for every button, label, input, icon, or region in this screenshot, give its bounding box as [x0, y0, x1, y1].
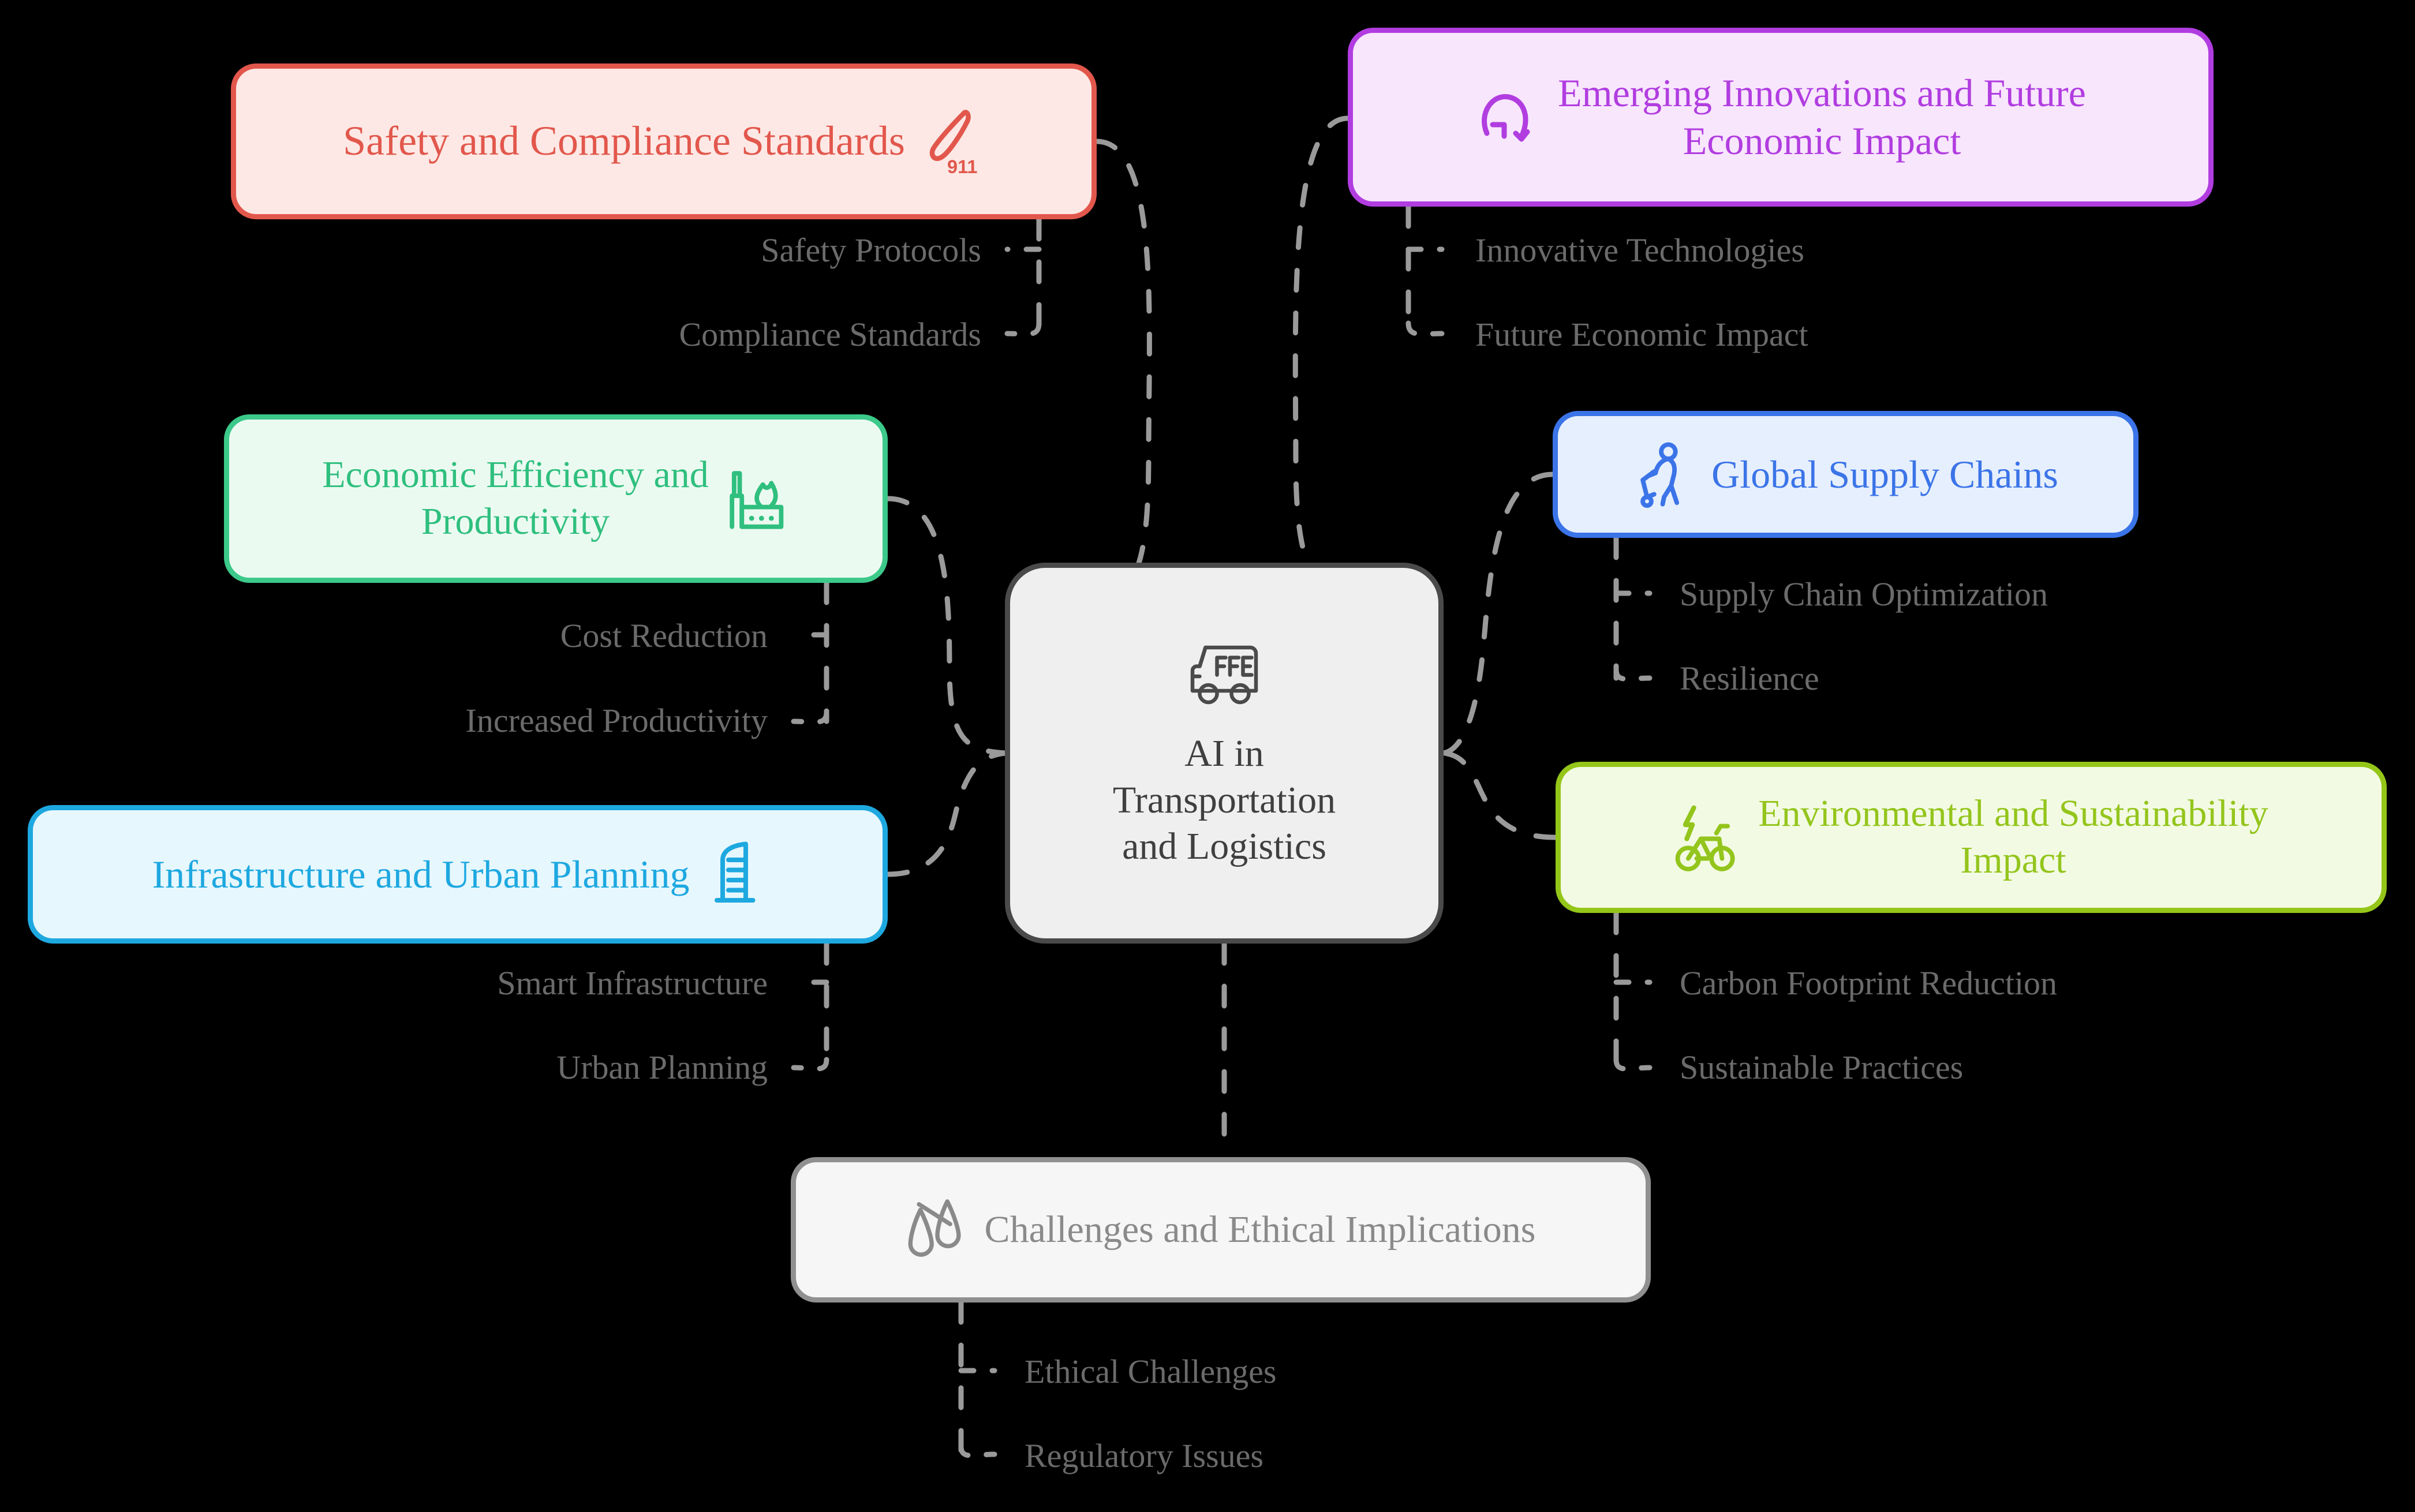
node-infra-label: Infrastructure and Urban Planning	[152, 852, 690, 896]
svg-text:911: 911	[947, 156, 977, 176]
sublabel-ethical-challenges: Ethical Challenges	[1025, 1353, 1277, 1390]
sublabel-carbon-footprint-reduction: Carbon Footprint Reduction	[1680, 964, 2058, 1002]
branch-emerging-1	[1405, 320, 1445, 337]
sublabel-innovative-technologies: Innovative Technologies	[1475, 231, 1804, 269]
node-economic-label: Economic Efficiency and Productivity	[322, 454, 709, 542]
node-env-label: Environmental and Sustainability Impact	[1758, 792, 2268, 881]
node-infrastructure-urban-planning[interactable]: Infrastructure and Urban Planning	[28, 805, 888, 944]
node-center[interactable]: AI in Transportation and Logistics	[1005, 563, 1444, 944]
branch-safety-1	[1004, 320, 1042, 337]
sublabel-future-economic-impact: Future Economic Impact	[1475, 316, 1808, 353]
edge-center-infrastructure	[885, 750, 1008, 877]
node-emerging-label: Emerging Innovations and Future Economic…	[1558, 71, 2086, 163]
edge-center-environment	[1441, 750, 1558, 840]
electric-bicycle-icon	[1674, 802, 1742, 873]
sublabel-smart-infrastructure: Smart Infrastructure	[497, 964, 768, 1002]
balance-scales-icon	[906, 1196, 969, 1264]
node-global-supply-chains[interactable]: Global Supply Chains	[1553, 411, 2139, 538]
branch-chall-1	[958, 1443, 997, 1458]
branch-infra-1	[791, 1057, 829, 1072]
sublabel-urban-planning: Urban Planning	[556, 1049, 768, 1086]
emergency-phone-911-icon: 911	[921, 107, 985, 176]
delivery-truck-free-icon	[1181, 636, 1268, 711]
refresh-arrow-icon	[1475, 84, 1542, 151]
mindmap-canvas: AI in Transportation and Logistics Safet…	[0, 0, 2415, 1512]
node-safety-compliance[interactable]: Safety and Compliance Standards 911	[231, 63, 1097, 219]
sublabel-supply-chain-optimization: Supply Chain Optimization	[1680, 575, 2048, 613]
edge-center-safety	[1082, 139, 1152, 613]
sublabel-regulatory-issues: Regulatory Issues	[1025, 1437, 1263, 1474]
edge-center-economic	[885, 496, 1008, 756]
edge-center-supply	[1441, 471, 1556, 756]
branch-env-1	[1613, 1057, 1653, 1072]
node-safety-label: Safety and Compliance Standards	[343, 118, 905, 164]
node-challenges-ethical[interactable]: Challenges and Ethical Implications	[791, 1157, 1651, 1303]
node-economic-efficiency[interactable]: Economic Efficiency and Productivity	[224, 414, 888, 583]
porter-luggage-cart-icon	[1633, 440, 1695, 508]
sublabel-sustainable-practices: Sustainable Practices	[1680, 1049, 1964, 1086]
sublabel-increased-productivity: Increased Productivity	[465, 702, 768, 739]
sublabel-resilience: Resilience	[1680, 660, 1819, 697]
sublabel-compliance-standards: Compliance Standards	[679, 316, 981, 353]
node-challenges-label: Challenges and Ethical Implications	[984, 1208, 1536, 1251]
skyscraper-icon	[705, 840, 763, 909]
node-emerging-innovations[interactable]: Emerging Innovations and Future Economic…	[1348, 28, 2214, 207]
branch-economic-1	[791, 709, 829, 725]
node-supply-label: Global Supply Chains	[1711, 452, 2058, 496]
node-center-label: AI in Transportation and Logistics	[1112, 732, 1336, 868]
sublabel-cost-reduction: Cost Reduction	[560, 617, 768, 654]
sublabel-safety-protocols: Safety Protocols	[761, 231, 981, 269]
node-environmental-sustainability[interactable]: Environmental and Sustainability Impact	[1556, 762, 2387, 913]
branch-supply-1	[1613, 667, 1653, 682]
factory-icon	[725, 465, 790, 533]
